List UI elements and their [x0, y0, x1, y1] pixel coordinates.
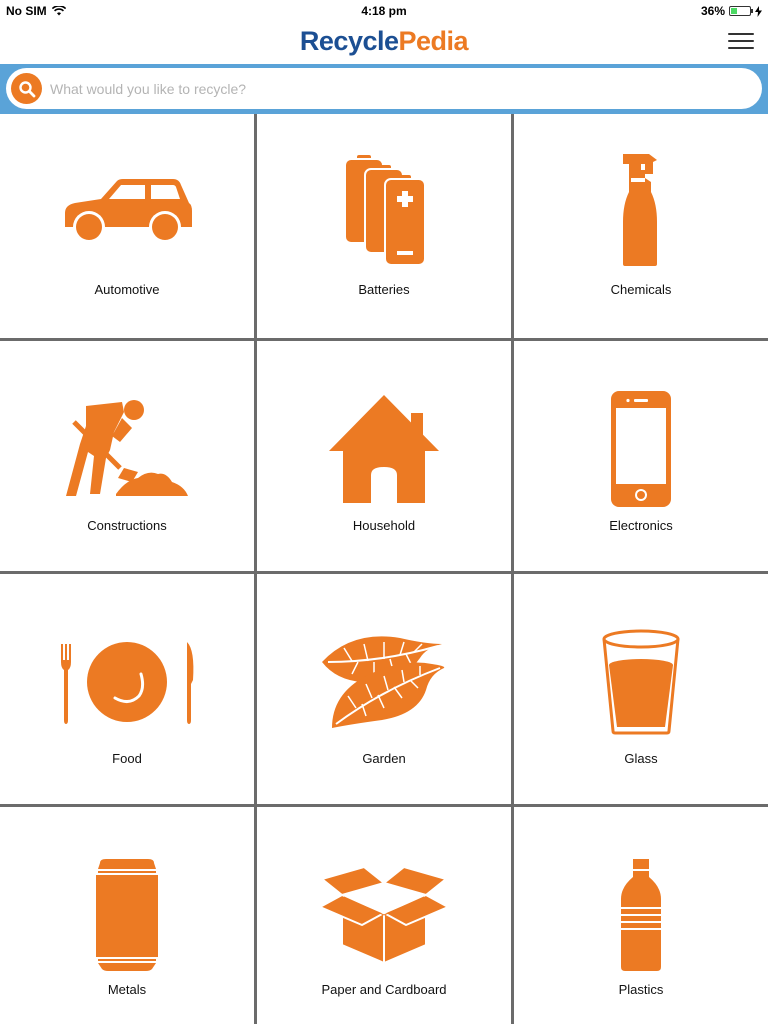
worker-shovel-icon [0, 385, 254, 513]
car-icon [0, 146, 254, 274]
app-header: RecyclePedia [0, 20, 768, 64]
status-right: 36% [701, 4, 762, 18]
search-box [6, 68, 762, 109]
logo-recycle: Recycle [299, 26, 399, 56]
category-label: Garden [362, 751, 406, 766]
logo-pedia: Pedia [398, 26, 469, 56]
batteries-icon [257, 146, 511, 274]
category-glass[interactable]: Glass [514, 574, 768, 804]
hamburger-menu-icon[interactable] [728, 33, 754, 51]
category-paper-and-cardboard[interactable]: Paper and Cardboard [257, 807, 511, 1024]
category-label: Batteries [358, 282, 410, 297]
charging-bolt-icon [755, 5, 762, 17]
category-metals[interactable]: Metals [0, 807, 254, 1024]
search-bar [0, 64, 768, 114]
app-logo: RecyclePedia [0, 26, 768, 57]
cardboard-box-icon [257, 851, 511, 979]
search-input[interactable] [50, 80, 762, 97]
category-plastics[interactable]: Plastics [514, 807, 768, 1024]
category-label: Food [112, 751, 142, 766]
category-label: Automotive [94, 282, 160, 297]
category-grid: Automotive Batteries Chemicals Construct… [0, 114, 768, 1024]
category-batteries[interactable]: Batteries [257, 114, 511, 338]
category-label: Plastics [618, 982, 664, 997]
category-label: Constructions [87, 518, 167, 533]
category-label: Household [352, 518, 416, 533]
drinking-glass-icon [514, 618, 768, 746]
category-electronics[interactable]: Electronics [514, 341, 768, 571]
category-garden[interactable]: Garden [257, 574, 511, 804]
category-household[interactable]: Household [257, 341, 511, 571]
battery-icon [729, 6, 753, 16]
search-icon[interactable] [11, 73, 42, 104]
category-label: Electronics [609, 518, 673, 533]
category-label: Glass [624, 751, 658, 766]
category-food[interactable]: Food [0, 574, 254, 804]
house-icon [257, 385, 511, 513]
category-label: Chemicals [610, 282, 672, 297]
leaves-icon [257, 618, 511, 746]
category-automotive[interactable]: Automotive [0, 114, 254, 338]
plate-cutlery-icon [0, 618, 254, 746]
can-icon [0, 851, 254, 979]
status-time: 4:18 pm [361, 4, 407, 18]
category-chemicals[interactable]: Chemicals [514, 114, 768, 338]
category-constructions[interactable]: Constructions [0, 341, 254, 571]
spray-bottle-icon [514, 146, 768, 274]
battery-fill [731, 8, 738, 14]
status-bar: No SIM 4:18 pm 36% [0, 0, 768, 20]
plastic-bottle-icon [514, 851, 768, 979]
category-label: Metals [107, 982, 147, 997]
category-label: Paper and Cardboard [321, 982, 447, 997]
battery-percent: 36% [700, 4, 725, 18]
smartphone-icon [514, 385, 768, 513]
